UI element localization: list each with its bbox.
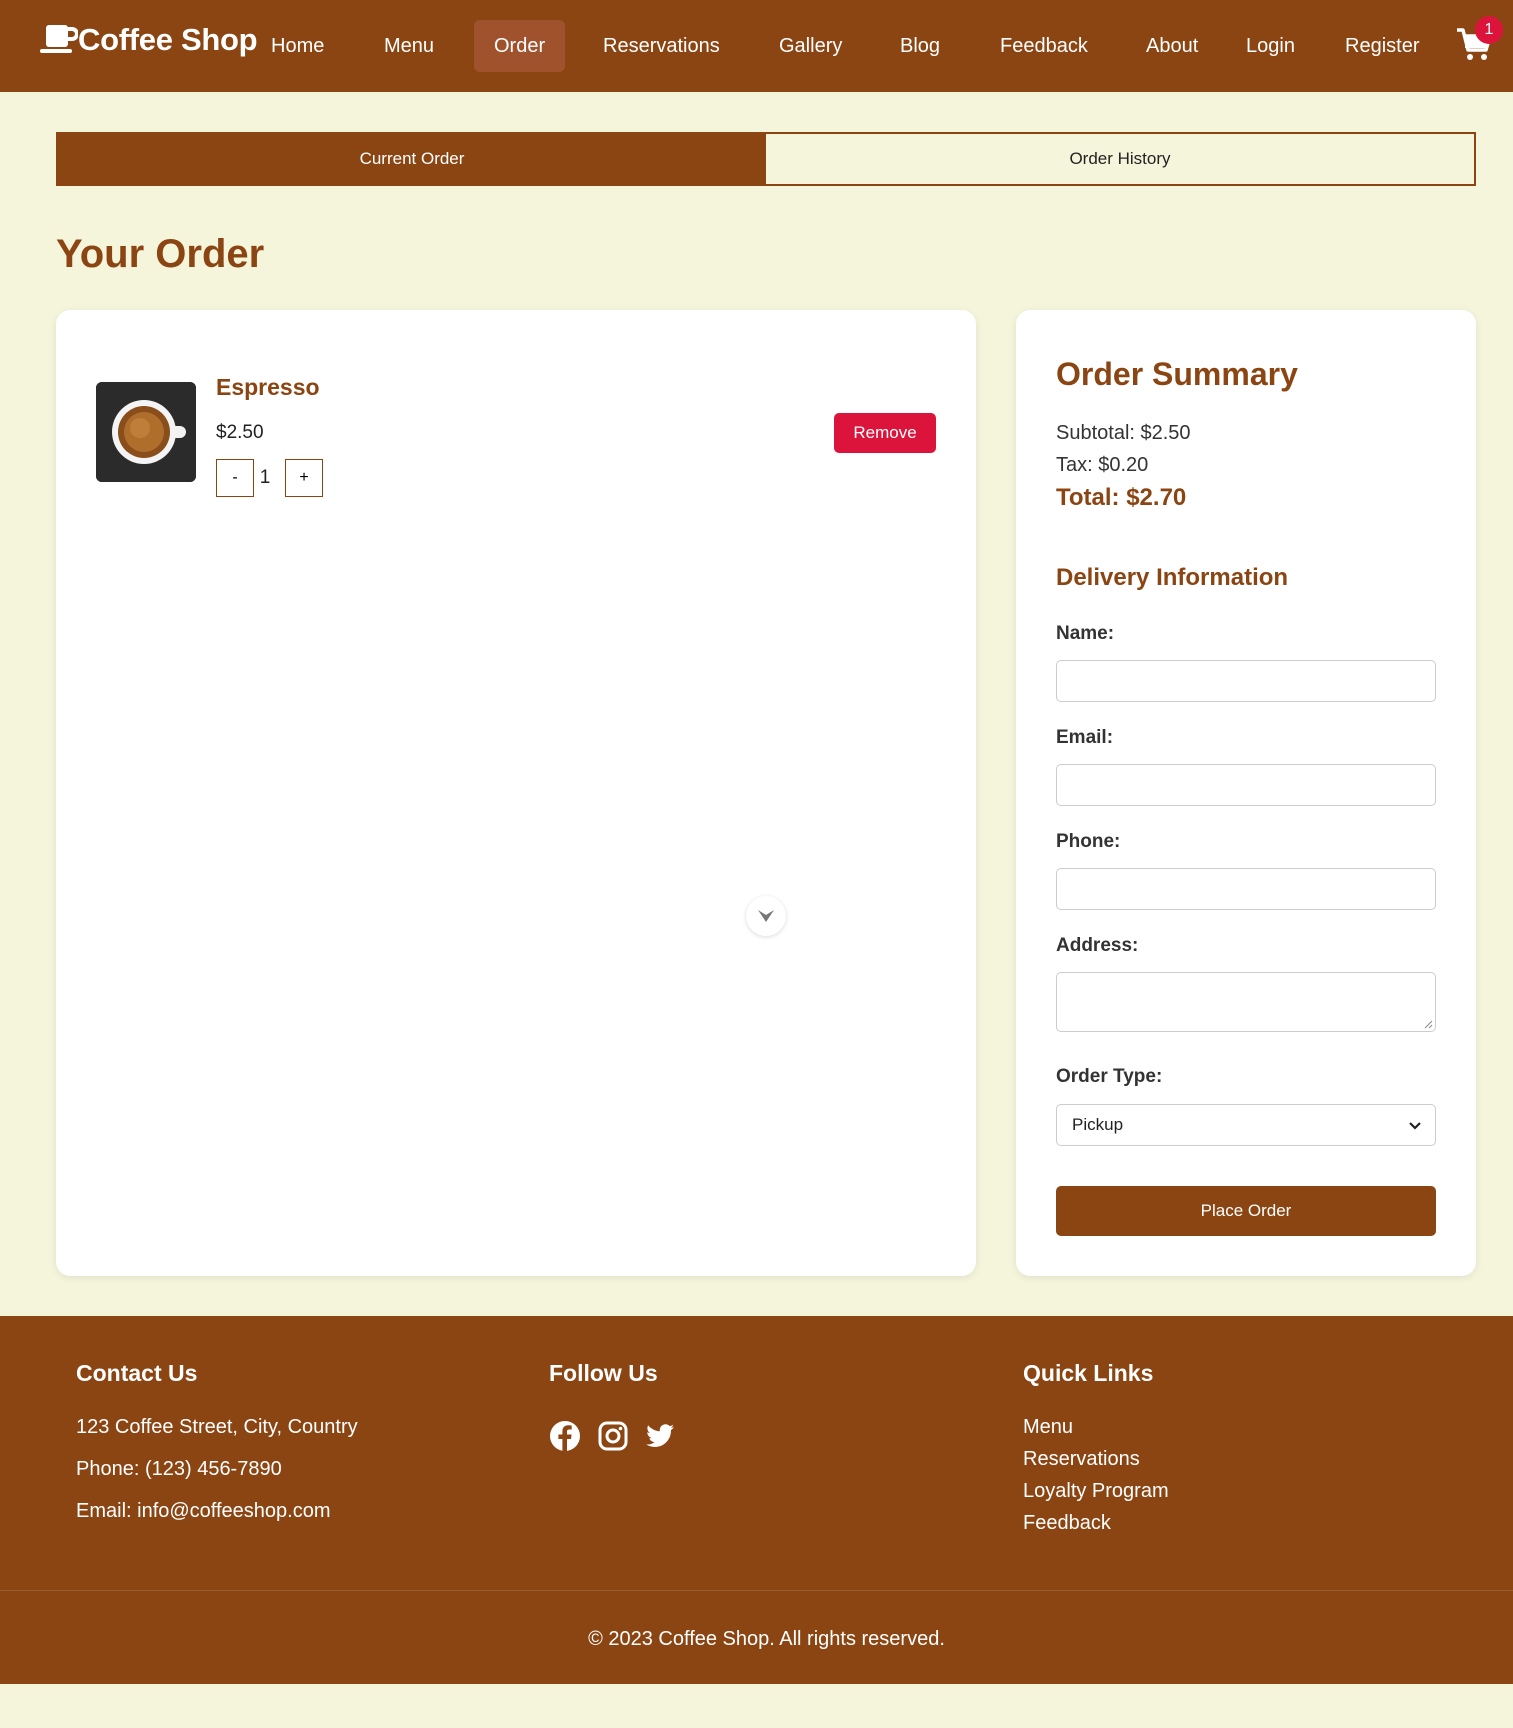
nav-reservations[interactable]: Reservations: [583, 20, 740, 72]
instagram-icon[interactable]: [597, 1420, 629, 1452]
cart-count-badge: 1: [1475, 16, 1503, 44]
resize-handle-icon[interactable]: [1423, 1019, 1433, 1029]
total-text: Total: $2.70: [1056, 484, 1187, 511]
brand-name: Coffee Shop: [78, 22, 258, 57]
decrease-quantity-button[interactable]: -: [216, 459, 254, 497]
email-label: Email:: [1056, 727, 1114, 748]
order-tabs: Current Order Order History: [56, 132, 1476, 186]
item-price: $2.50: [216, 422, 264, 443]
name-label: Name:: [1056, 623, 1115, 644]
nav-login[interactable]: Login: [1226, 20, 1315, 72]
contact-phone: Phone: (123) 456-7890: [76, 1458, 282, 1480]
order-summary-panel: Order Summary Subtotal: $2.50 Tax: $0.20…: [1016, 310, 1476, 1276]
nav-blog[interactable]: Blog: [880, 20, 960, 72]
footer-divider: [0, 1590, 1513, 1591]
site-footer: Contact Us 123 Coffee Street, City, Coun…: [0, 1316, 1513, 1684]
nav-home[interactable]: Home: [251, 20, 344, 72]
item-name: Espresso: [216, 374, 320, 400]
coffee-cup-icon: [40, 25, 78, 53]
quick-link-feedback[interactable]: Feedback: [1023, 1512, 1111, 1535]
scroll-down-button[interactable]: [746, 896, 786, 936]
order-type-select[interactable]: Pickup: [1056, 1104, 1436, 1146]
twitter-icon[interactable]: [644, 1420, 676, 1452]
brand-logo[interactable]: Coffee Shop: [40, 22, 258, 58]
place-order-button[interactable]: Place Order: [1056, 1186, 1436, 1236]
contact-heading: Contact Us: [76, 1360, 198, 1386]
item-quantity: 1: [259, 467, 271, 488]
top-navbar: Coffee Shop Home Menu Order Reservations…: [0, 0, 1513, 92]
phone-label: Phone:: [1056, 831, 1121, 852]
follow-heading: Follow Us: [549, 1360, 658, 1386]
email-field[interactable]: [1056, 764, 1436, 806]
contact-address: 123 Coffee Street, City, Country: [76, 1416, 358, 1438]
name-field[interactable]: [1056, 660, 1436, 702]
delivery-title: Delivery Information: [1056, 564, 1289, 591]
quick-link-loyalty-program[interactable]: Loyalty Program: [1023, 1480, 1169, 1503]
increase-quantity-button[interactable]: +: [285, 459, 323, 497]
nav-gallery[interactable]: Gallery: [759, 20, 862, 72]
quick-link-menu[interactable]: Menu: [1023, 1416, 1073, 1439]
order-type-value: Pickup: [1072, 1115, 1124, 1134]
nav-menu[interactable]: Menu: [364, 20, 454, 72]
summary-title: Order Summary: [1056, 356, 1298, 392]
phone-field[interactable]: [1056, 868, 1436, 910]
address-textarea[interactable]: [1056, 972, 1436, 1032]
nav-register[interactable]: Register: [1325, 20, 1439, 72]
chevron-down-icon: [1409, 1122, 1421, 1130]
espresso-image: [96, 382, 196, 482]
nav-order[interactable]: Order: [474, 20, 566, 72]
chevron-down-icon: [758, 910, 774, 922]
tab-current-order[interactable]: Current Order: [58, 134, 766, 184]
subtotal-text: Subtotal: $2.50: [1056, 422, 1191, 444]
order-items-panel: Espresso $2.50 - 1 + Remove: [56, 310, 976, 1276]
nav-feedback[interactable]: Feedback: [980, 20, 1108, 72]
quick-link-reservations[interactable]: Reservations: [1023, 1448, 1140, 1471]
tab-order-history[interactable]: Order History: [766, 134, 1474, 184]
quick-links-heading: Quick Links: [1023, 1360, 1154, 1386]
tax-text: Tax: $0.20: [1056, 454, 1149, 476]
nav-about[interactable]: About: [1126, 20, 1218, 72]
facebook-icon[interactable]: [549, 1420, 581, 1452]
order-type-label: Order Type:: [1056, 1066, 1163, 1087]
remove-item-button[interactable]: Remove: [834, 413, 936, 453]
contact-email: Email: info@coffeeshop.com: [76, 1500, 331, 1522]
address-label: Address:: [1056, 935, 1139, 956]
copyright-text: © 2023 Coffee Shop. All rights reserved.: [588, 1628, 945, 1650]
page-title: Your Order: [56, 232, 265, 276]
